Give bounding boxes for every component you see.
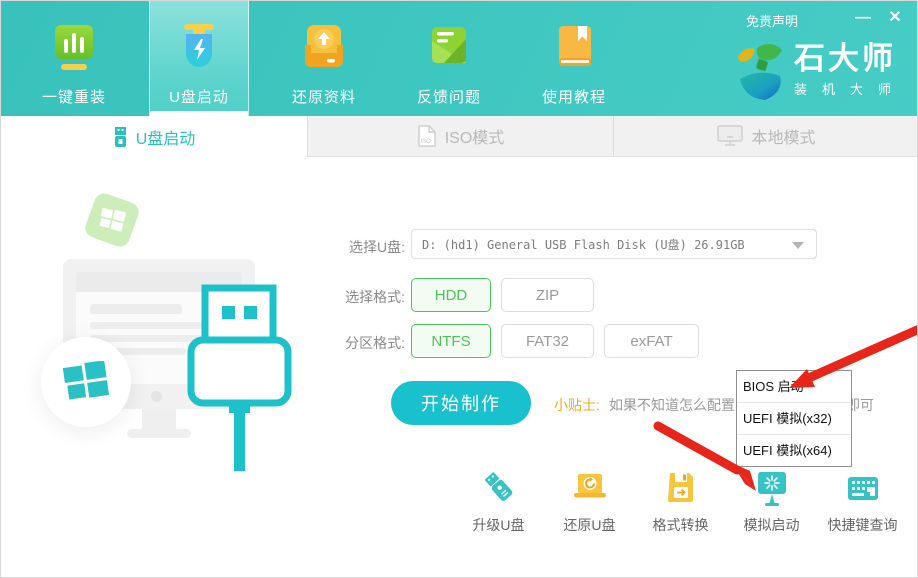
nav-item-one-key-reinstall[interactable]: 一键重装 [24,1,124,116]
monitor-stand [142,409,176,429]
boot-mode-popup: BIOS 启动 UEFI 模拟(x32) UEFI 模拟(x64) [736,370,852,467]
keyboard-shortcut-icon [844,469,882,509]
usb-upgrade-icon [480,469,518,509]
header: 一键重装 U盘启动 [1,1,918,116]
mode-tabbar: U盘启动 ISO ISO模式 本地模式 [1,116,918,157]
windows-flag-icon [62,361,110,403]
iso-file-icon: ISO [417,124,437,148]
floppy-convert-icon [662,469,700,509]
nav-item-usb-boot[interactable]: U盘启动 [149,1,249,116]
svg-text:ISO: ISO [420,139,431,145]
nav-item-tutorial[interactable]: 使用教程 [524,1,624,116]
tab-label: ISO模式 [445,124,505,148]
laptop-restore-icon [571,469,609,509]
tool-label: 快捷键查询 [828,515,898,535]
tool-shortcut-query[interactable]: 快捷键查询 [817,469,908,535]
usb-shield-icon [174,21,224,77]
monitor-icon [717,125,743,147]
usb-select-dropdown[interactable]: D: (hd1) General USB Flash Disk (U盘) 26.… [411,229,817,259]
format-option-zip[interactable]: ZIP [501,278,594,312]
brand-subtitle: 装机大师 [794,79,906,98]
popup-item-uefi-x64[interactable]: UEFI 模拟(x64) [737,435,851,467]
minimize-button[interactable]: — [851,7,875,29]
tool-upgrade-usb[interactable]: 升级U盘 [453,469,544,535]
nav-item-label: 一键重装 [42,86,106,107]
disclaimer-link[interactable]: 免责声明 [746,11,798,30]
popup-item-uefi-x32[interactable]: UEFI 模拟(x32) [737,403,851,435]
nav-item-restore-data[interactable]: 还原资料 [274,1,374,116]
windows-logo-icon [96,204,129,235]
bottom-toolbar: 升级U盘 还原U盘 格式转换 [453,469,908,535]
tip-label: 小贴士: [554,395,600,415]
book-icon [549,21,599,77]
tool-simulate-boot[interactable]: 模拟启动 [726,469,817,535]
tip-text-left: 如果不知道怎么配置 [609,395,735,415]
app-window: 一键重装 U盘启动 [0,0,918,578]
nav-item-feedback[interactable]: 反馈问题 [399,1,499,116]
usb-select-label: 选择U盘: [329,237,405,257]
tool-label: 升级U盘 [472,515,524,535]
partition-option-fat32[interactable]: FAT32 [501,324,594,358]
partition-option-exfat[interactable]: exFAT [604,324,699,358]
chart-icon [49,21,99,77]
nav-item-label: 使用教程 [542,86,606,107]
brand-logo: 石大师 装机大师 [734,41,906,103]
feedback-envelope-icon [424,21,474,77]
nav-item-label: U盘启动 [169,86,229,107]
tab-usb-boot[interactable]: U盘启动 [1,116,307,157]
partition-label: 分区格式: [329,333,405,353]
format-label: 选择格式: [329,287,405,307]
format-option-hdd[interactable]: HDD [411,278,491,312]
tool-label: 格式转换 [653,515,709,535]
tab-iso-mode[interactable]: ISO ISO模式 [307,116,613,157]
nav-item-label: 反馈问题 [417,86,481,107]
usb-plug-illustration [181,279,299,480]
usb-select-value: D: (hd1) General USB Flash Disk (U盘) 26.… [422,236,745,253]
tool-label: 还原U盘 [563,515,615,535]
close-button[interactable]: ✕ [883,7,907,29]
tool-format-convert[interactable]: 格式转换 [635,469,726,535]
main-nav: 一键重装 U盘启动 [24,1,649,116]
nav-item-label: 还原资料 [292,86,356,107]
tool-restore-usb[interactable]: 还原U盘 [544,469,635,535]
start-make-button[interactable]: 开始制作 [391,381,531,425]
tab-label: U盘启动 [136,125,196,149]
tab-label: 本地模式 [751,124,815,148]
monitor-simulate-icon [753,469,791,509]
brand-logo-text: 石大师 装机大师 [794,41,906,103]
brand-title: 石大师 [794,41,906,77]
tab-local-mode[interactable]: 本地模式 [613,116,918,157]
popup-item-bios[interactable]: BIOS 启动 [737,371,851,403]
windows-badge [41,337,131,427]
partition-option-ntfs[interactable]: NTFS [411,324,491,358]
brand-logo-mark-icon [734,41,788,103]
windows-watermark-icon [83,191,142,250]
usb-drive-icon [113,126,128,148]
tool-label: 模拟启动 [744,515,800,535]
restore-tray-icon [299,21,349,77]
chevron-down-icon [792,242,804,249]
